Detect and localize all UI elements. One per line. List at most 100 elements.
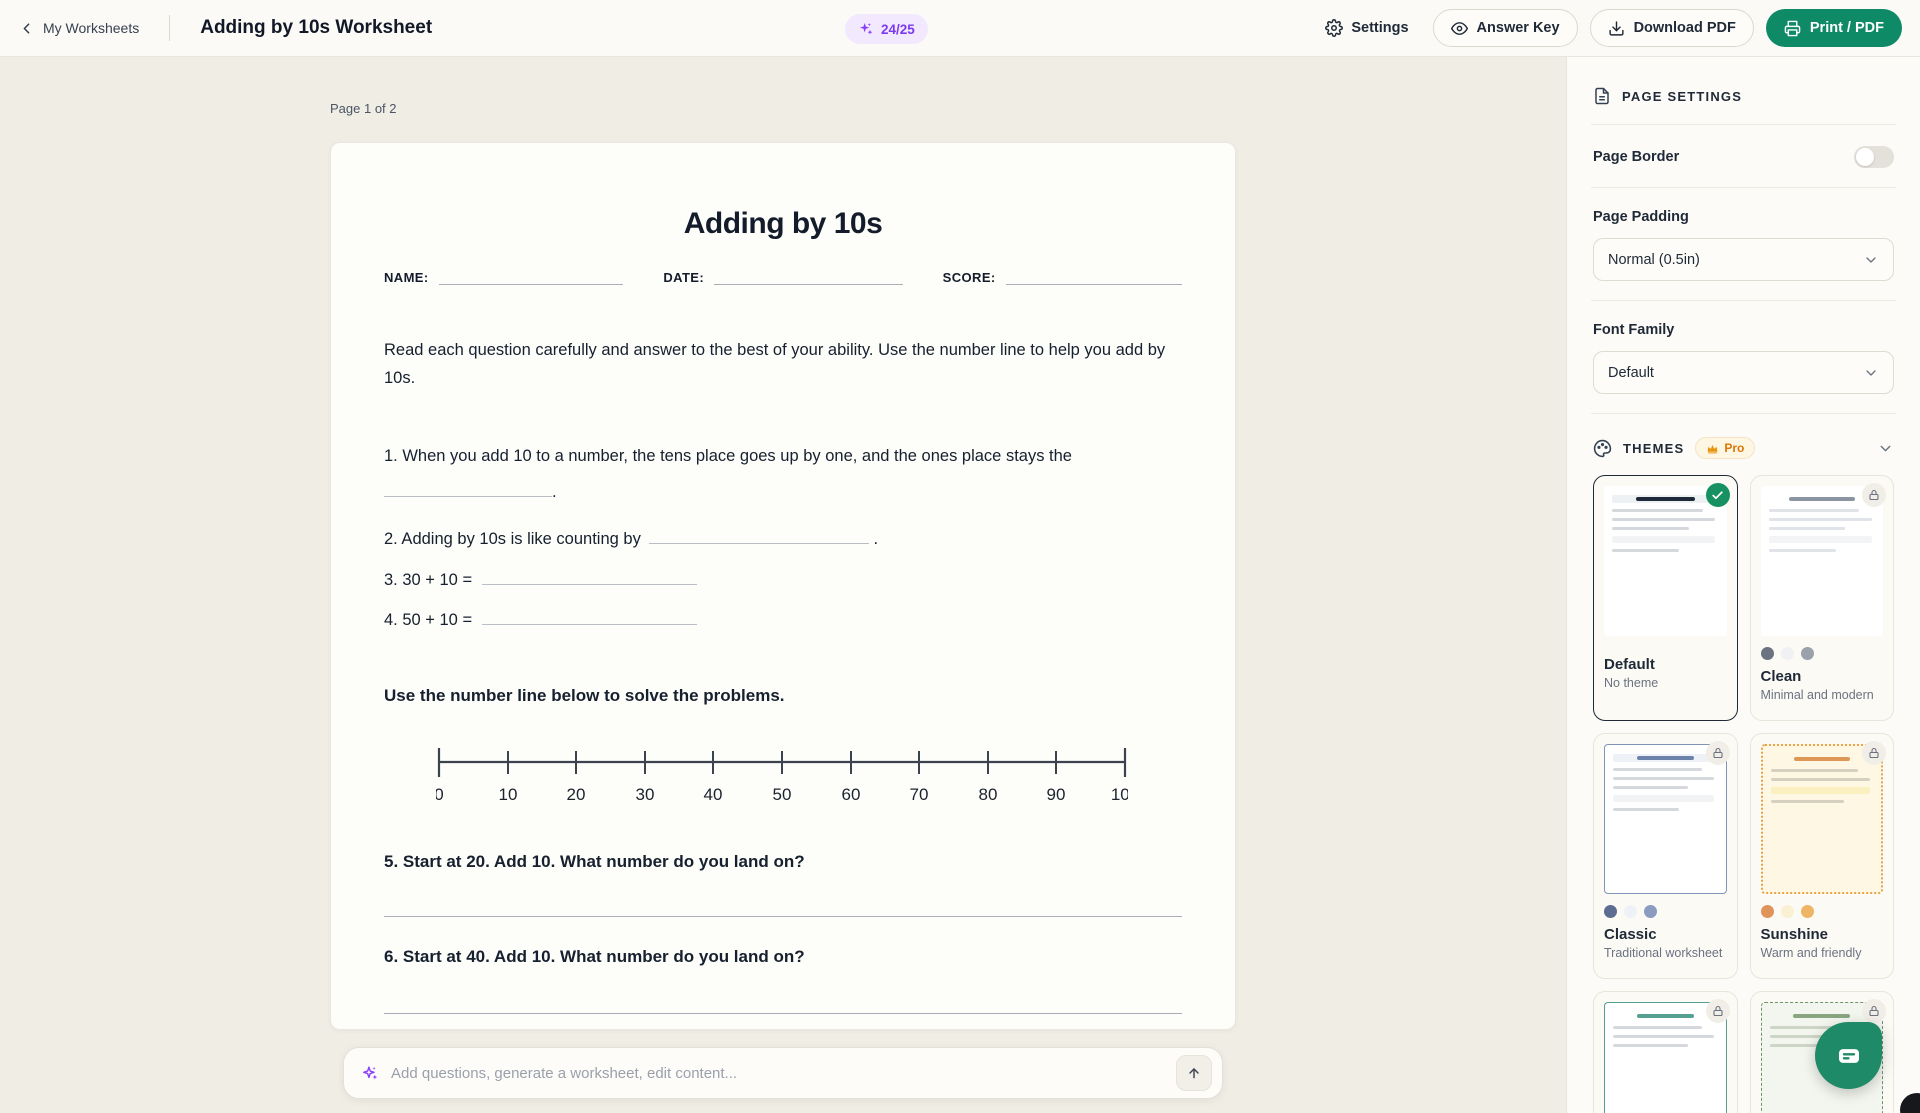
page-border-toggle[interactable] (1854, 146, 1894, 168)
download-pdf-button[interactable]: Download PDF (1590, 9, 1754, 47)
worksheet-doc-title: Adding by 10s (384, 207, 1182, 241)
theme-card-sunshine[interactable]: Sunshine Warm and friendly (1750, 733, 1895, 979)
theme-color-dot (1644, 905, 1657, 918)
page-settings-header: PAGE SETTINGS (1593, 87, 1894, 105)
svg-text:30: 30 (636, 785, 655, 804)
back-label: My Worksheets (43, 20, 139, 36)
number-line: 0 10 20 30 40 50 60 70 80 90 100 (436, 744, 1128, 806)
topbar: My Worksheets Adding by 10s Worksheet 24… (0, 0, 1920, 57)
page-border-label: Page Border (1593, 149, 1679, 165)
chevron-down-icon[interactable] (1877, 440, 1894, 457)
theme-color-dot (1801, 647, 1814, 660)
theme-name: Sunshine (1761, 926, 1884, 943)
theme-card-clean[interactable]: Clean Minimal and modern (1750, 475, 1895, 721)
worksheet-page[interactable]: Adding by 10s NAME: DATE: SCORE: Read ea… (330, 142, 1236, 1030)
answer-line-6 (384, 1013, 1182, 1014)
page-settings-title: PAGE SETTINGS (1622, 89, 1742, 104)
font-family-value: Default (1608, 365, 1654, 381)
chat-bubble-icon (1834, 1041, 1864, 1071)
credits-badge[interactable]: 24/25 (845, 14, 928, 44)
topbar-divider (169, 15, 170, 41)
svg-text:50: 50 (773, 785, 792, 804)
question-1-text: 1. When you add 10 to a number, the tens… (384, 447, 1072, 465)
divider (1591, 413, 1896, 414)
theme-name: Default (1604, 656, 1727, 673)
answer-key-button[interactable]: Answer Key (1433, 9, 1578, 47)
themes-title: THEMES (1623, 441, 1684, 456)
ai-prompt-input[interactable] (391, 1065, 1176, 1082)
theme-description: Warm and friendly (1761, 946, 1884, 960)
answer-blank (482, 572, 697, 585)
toggle-knob (1856, 148, 1874, 166)
settings-button[interactable]: Settings (1313, 11, 1420, 45)
back-button[interactable]: My Worksheets (18, 20, 139, 37)
print-pdf-button[interactable]: Print / PDF (1766, 9, 1902, 47)
lock-icon (1862, 999, 1886, 1023)
answer-blank (649, 531, 869, 544)
question-4-text: 4. 50 + 10 = (384, 611, 472, 629)
theme-card-partial-teal[interactable] (1593, 991, 1738, 1113)
chevron-down-icon (1863, 365, 1879, 381)
theme-color-dot (1761, 905, 1774, 918)
answer-line-5 (384, 916, 1182, 917)
page-padding-value: Normal (0.5in) (1608, 252, 1700, 268)
lock-icon (1862, 741, 1886, 765)
lock-icon (1706, 741, 1730, 765)
theme-color-dot (1801, 905, 1814, 918)
gear-icon (1325, 19, 1343, 37)
date-label: DATE: (663, 270, 704, 285)
divider (1591, 300, 1896, 301)
ai-prompt-bar (343, 1047, 1223, 1099)
page-indicator: Page 1 of 2 (330, 101, 397, 116)
theme-preview (1761, 486, 1884, 636)
period-text: . (552, 483, 557, 501)
score-field: SCORE: (943, 269, 1182, 285)
divider (1591, 124, 1896, 125)
theme-preview (1761, 744, 1884, 894)
theme-card-classic[interactable]: Classic Traditional worksheet (1593, 733, 1738, 979)
answer-blank (384, 484, 552, 497)
question-3-text: 3. 30 + 10 = (384, 571, 472, 589)
pro-badge-label: Pro (1724, 441, 1744, 455)
font-family-row: Font Family (1593, 322, 1894, 338)
credits-value: 24/25 (881, 22, 915, 37)
page-padding-select[interactable]: Normal (0.5in) (1593, 238, 1894, 281)
support-chat-button[interactable] (1815, 1022, 1882, 1089)
theme-color-dots (1761, 905, 1884, 918)
worksheet-canvas: Page 1 of 2 Adding by 10s NAME: DATE: SC… (0, 57, 1566, 1113)
svg-text:40: 40 (704, 785, 723, 804)
divider (1591, 187, 1896, 188)
crown-icon (1706, 442, 1719, 455)
svg-text:60: 60 (842, 785, 861, 804)
printer-icon (1784, 20, 1801, 37)
chevron-left-icon (18, 20, 35, 37)
answer-key-label: Answer Key (1477, 20, 1560, 36)
palette-icon (1593, 439, 1612, 458)
theme-color-dot (1624, 905, 1637, 918)
question-2-text: 2. Adding by 10s is like counting by (384, 530, 641, 548)
chevron-down-icon (1863, 252, 1879, 268)
theme-name: Clean (1761, 668, 1884, 685)
svg-text:100: 100 (1111, 785, 1128, 804)
document-icon (1593, 87, 1611, 105)
svg-text:80: 80 (979, 785, 998, 804)
settings-label: Settings (1351, 20, 1408, 36)
name-field: NAME: (384, 269, 623, 285)
worksheet-title-header: Adding by 10s Worksheet (200, 17, 432, 39)
sparkles-icon (361, 1064, 380, 1083)
theme-description: Minimal and modern (1761, 688, 1884, 702)
themes-header[interactable]: THEMES Pro (1593, 437, 1894, 459)
font-family-select[interactable]: Default (1593, 351, 1894, 394)
question-4: 4. 50 + 10 = (384, 611, 1182, 630)
theme-card-default[interactable]: Default No theme (1593, 475, 1738, 721)
question-6: 6. Start at 40. Add 10. What number do y… (384, 947, 1182, 967)
theme-color-dot (1781, 905, 1794, 918)
page-padding-label: Page Padding (1593, 209, 1689, 225)
download-icon (1608, 20, 1625, 37)
page-border-row: Page Border (1593, 146, 1894, 168)
theme-preview (1604, 744, 1727, 894)
send-button[interactable] (1176, 1055, 1212, 1091)
theme-color-dot (1604, 905, 1617, 918)
name-blank-line (439, 269, 624, 285)
svg-text:70: 70 (910, 785, 929, 804)
